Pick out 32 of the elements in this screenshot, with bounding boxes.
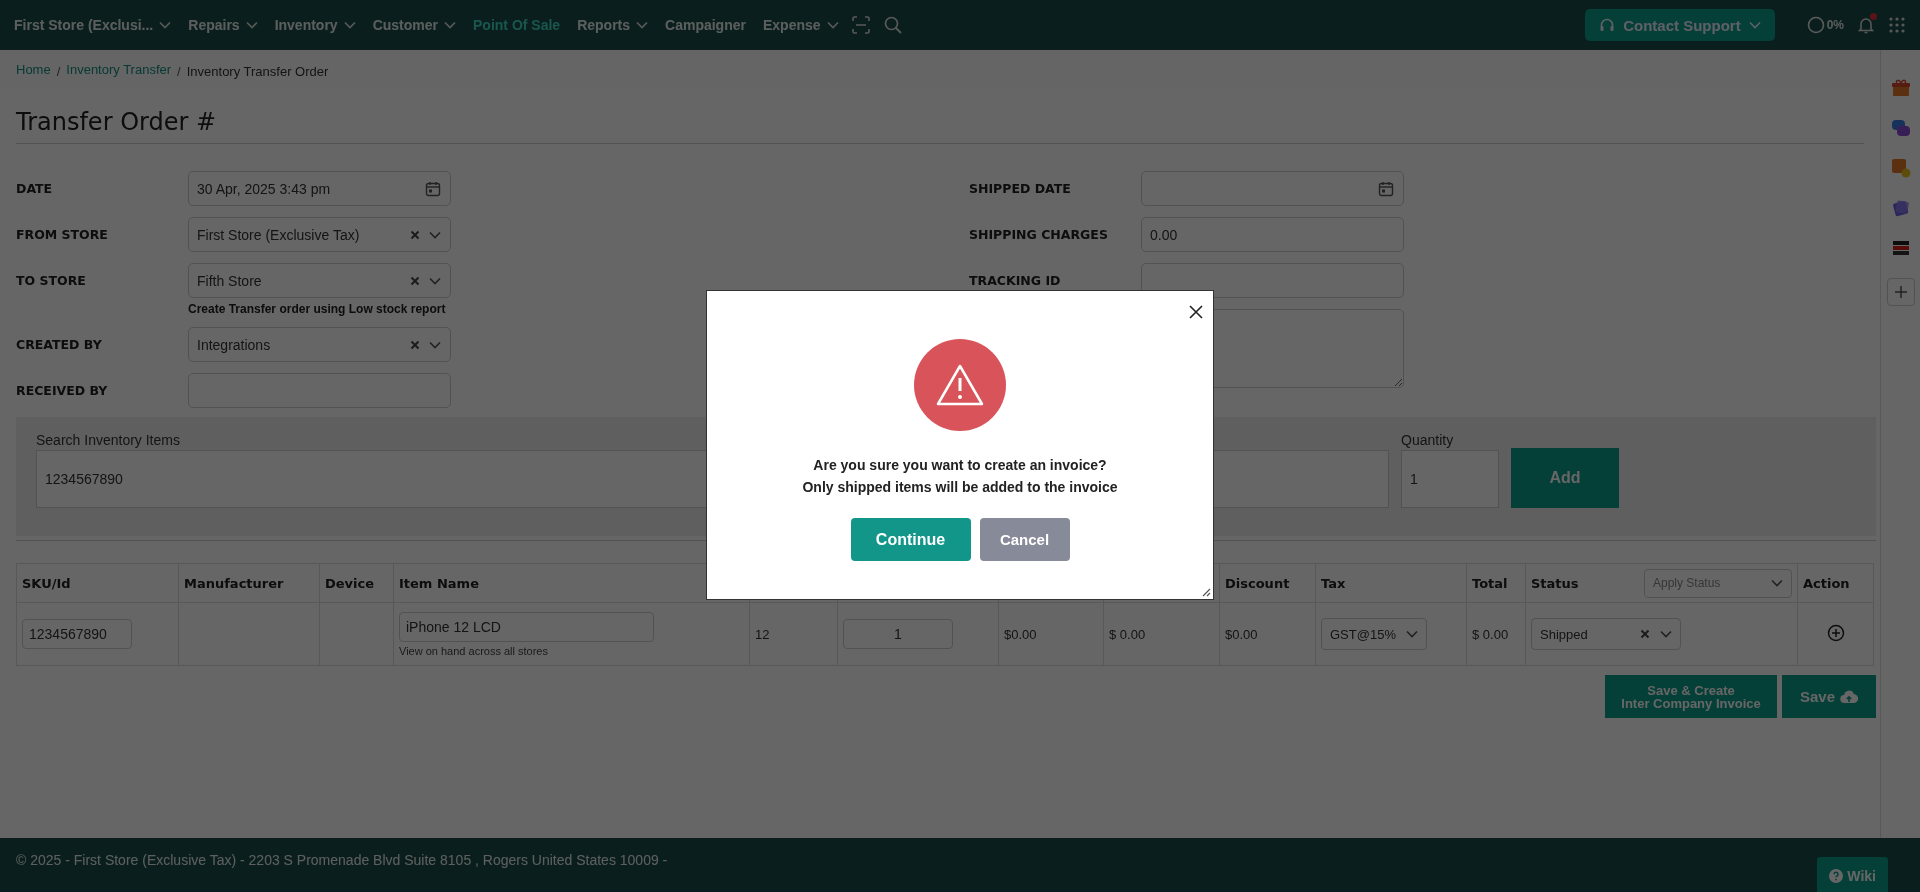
field-label: SHIPPING CHARGES <box>969 227 1108 242</box>
quantity-label: Quantity <box>1401 432 1455 448</box>
field-label: TO STORE <box>16 273 86 288</box>
field-label: RECEIVED BY <box>16 383 108 398</box>
field-label: SHIPPED DATE <box>969 181 1071 196</box>
table-cell: $0.00 <box>1004 626 1037 642</box>
field-label: CREATED BY <box>16 337 102 352</box>
column-header: Action <box>1803 575 1850 591</box>
column-header: Status <box>1531 575 1579 591</box>
table-cell: $ 0.00 <box>1472 626 1509 642</box>
column-header: SKU/Id <box>22 575 71 591</box>
breadcrumb-separator: / <box>56 62 61 79</box>
table-cell: $0.00 <box>1225 626 1258 642</box>
breadcrumb-separator: / <box>177 62 181 79</box>
column-header: Item Name <box>399 575 479 591</box>
column-header: Manufacturer <box>184 575 284 591</box>
dialog-message: Only shipped items will be added to the invoice <box>802 479 1118 495</box>
column-header: Device <box>325 575 375 591</box>
table-cell: $ 0.00 <box>1109 626 1146 642</box>
dialog-message: Are you sure you want to create an invoice? <box>813 457 1107 473</box>
field-label: DATE <box>16 181 53 196</box>
progress-percent: 0% <box>1826 18 1844 32</box>
column-header: Total <box>1472 575 1508 591</box>
breadcrumb-current: Inventory Transfer Order <box>186 62 329 79</box>
field-label: TRACKING ID <box>969 273 1061 288</box>
column-header: Discount <box>1225 575 1290 591</box>
table-cell: 12 <box>755 626 770 642</box>
field-label: FROM STORE <box>16 227 108 242</box>
search-label: Search Inventory Items <box>36 432 181 448</box>
column-header: Tax <box>1321 575 1346 591</box>
footer-text: © 2025 - First Store (Exclusive Tax) - 2203 S Promenade Blvd Suite 8105 , Rogers United States 10009 - <box>16 852 668 868</box>
page-title: Transfer Order # <box>16 108 1864 144</box>
